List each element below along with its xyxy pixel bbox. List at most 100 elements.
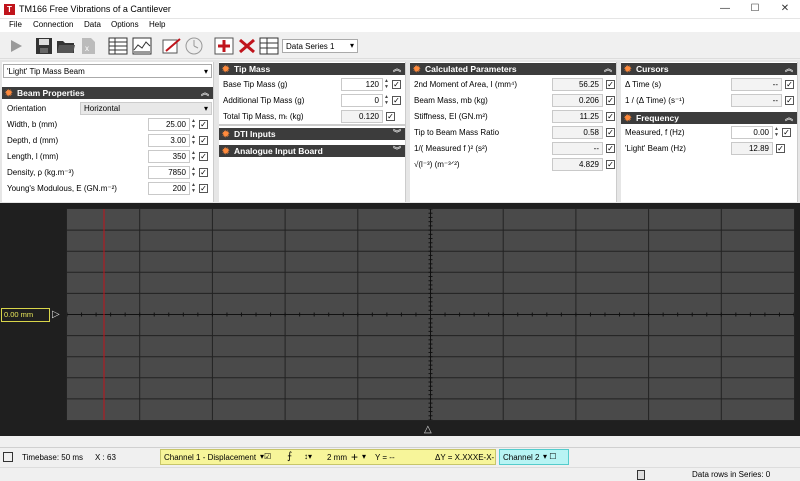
crosshair-icon[interactable]: +	[351, 450, 358, 464]
param-value[interactable]: 200	[148, 182, 190, 195]
play-icon[interactable]	[6, 36, 26, 56]
param-value: 56.25	[552, 78, 603, 91]
plot-checkbox[interactable]: ✓	[606, 112, 615, 121]
save-icon[interactable]	[34, 36, 54, 56]
channel-dropdown-icon[interactable]: ▾☑	[260, 452, 271, 461]
spinner-icon[interactable]: ▲ ▼	[190, 182, 197, 195]
menu-help[interactable]: Help	[149, 20, 165, 29]
chevron-down-icon: ▾	[203, 104, 208, 113]
beam-type-select[interactable]: 'Light' Tip Mass Beam ▾	[3, 64, 212, 78]
minimize-button[interactable]: —	[710, 0, 740, 19]
clock-icon[interactable]	[184, 36, 204, 56]
dti-inputs-header[interactable]: ✹ DTI Inputs ︾	[219, 128, 405, 140]
menu-data[interactable]: Data	[84, 20, 101, 29]
beam-properties-header[interactable]: ✹ Beam Properties ︽	[2, 87, 213, 99]
plot-checkbox[interactable]: ✓	[199, 168, 208, 177]
channel-1-scale[interactable]: 2 mm	[327, 453, 347, 462]
menu-options[interactable]: Options	[111, 20, 139, 29]
oscilloscope-plot[interactable]	[66, 208, 795, 421]
delete-row-icon[interactable]	[237, 36, 257, 56]
divider	[219, 124, 406, 126]
spinner-icon[interactable]: ▲ ▼	[190, 118, 197, 131]
param-value[interactable]: 350	[148, 150, 190, 163]
timebase-icon[interactable]	[3, 452, 13, 462]
chevron-down-icon[interactable]: ▾	[362, 452, 366, 461]
collapse-icon: ︽	[604, 64, 612, 73]
beam-type-value: 'Light' Tip Mass Beam	[7, 67, 85, 76]
expand-icon: ︾	[393, 129, 401, 138]
param-value[interactable]: 25.00	[148, 118, 190, 131]
plot-checkbox[interactable]: ✓	[785, 80, 794, 89]
channel-1-bar[interactable]: Channel 1 - Displacement ▾☑ ⨍ ↕▾ 2 mm + …	[160, 449, 496, 465]
channel-2-label: Channel 2	[503, 453, 540, 462]
window-title: TM166 Free Vibrations of a Cantilever	[19, 4, 171, 14]
export-file-icon[interactable]: x	[78, 36, 98, 56]
open-folder-icon[interactable]	[56, 36, 76, 56]
frequency-header[interactable]: ✹ Frequency ︽	[621, 112, 797, 124]
plot-checkbox[interactable]: ✓	[199, 120, 208, 129]
plot-checkbox[interactable]: ✓	[199, 136, 208, 145]
param-value[interactable]: 3.00	[148, 134, 190, 147]
param-value: 0.58	[552, 126, 603, 139]
chevron-down-icon: ▾	[349, 41, 354, 50]
add-row-icon[interactable]	[214, 36, 234, 56]
plot-checkbox[interactable]: ✓	[606, 160, 615, 169]
plot-checkbox[interactable]: ✓	[785, 96, 794, 105]
spinner-icon[interactable]: ▲ ▼	[383, 94, 390, 107]
param-value[interactable]: 7850	[148, 166, 190, 179]
analogue-input-header[interactable]: ✹ Analogue Input Board ︾	[219, 145, 405, 157]
chart-settings-icon[interactable]	[162, 36, 182, 56]
menu-file[interactable]: File	[9, 20, 22, 29]
bottom-bar: Data rows in Series: 0	[0, 467, 800, 481]
spinner-icon[interactable]: ▲ ▼	[190, 134, 197, 147]
offset-marker-icon[interactable]: ▷	[52, 309, 60, 321]
plot-grid	[66, 208, 795, 421]
maximize-button[interactable]: ☐	[740, 0, 770, 19]
scale-icon[interactable]: ↕▾	[304, 452, 312, 461]
gear-icon: ✹	[222, 129, 230, 139]
plot-checkbox[interactable]: ✓	[606, 144, 615, 153]
graph-view-icon[interactable]	[132, 36, 152, 56]
spinner-icon[interactable]: ▲ ▼	[773, 126, 780, 139]
calculated-header[interactable]: ✹ Calculated Parameters ︽	[410, 63, 616, 75]
table-select-icon[interactable]	[259, 36, 279, 56]
param-value[interactable]: 0	[341, 94, 383, 107]
plot-checkbox[interactable]: ✓	[199, 184, 208, 193]
plot-checkbox[interactable]: ✓	[386, 112, 395, 121]
spinner-icon[interactable]: ▲ ▼	[190, 150, 197, 163]
param-label: Base Tip Mass (g)	[223, 80, 288, 89]
plot-checkbox[interactable]: ✓	[199, 152, 208, 161]
menu-connection[interactable]: Connection	[33, 20, 73, 29]
param-value[interactable]: 120	[341, 78, 383, 91]
trigger-marker-icon[interactable]: △	[424, 424, 432, 435]
param-label: Additional Tip Mass (g)	[223, 96, 305, 105]
plot-checkbox[interactable]: ✓	[606, 80, 615, 89]
param-label: 1/( Measured f )² (s²)	[414, 144, 488, 153]
plot-checkbox[interactable]: ✓	[782, 128, 791, 137]
trigger-edge-icon[interactable]: ⨍	[287, 451, 292, 462]
plot-checkbox[interactable]: ✓	[776, 144, 785, 153]
data-rows-count: Data rows in Series: 0	[692, 470, 771, 479]
table-view-icon[interactable]	[108, 36, 128, 56]
param-value[interactable]: 0.00	[731, 126, 773, 139]
plot-checkbox[interactable]: ✓	[392, 80, 401, 89]
orientation-value: Horizontal	[84, 104, 121, 113]
delta-y-readout: ΔY = X.XXXE-X-	[435, 453, 495, 462]
cursors-header[interactable]: ✹ Cursors ︽	[621, 63, 797, 75]
data-series-select[interactable]: Data Series 1 ▾	[282, 39, 358, 53]
orientation-select[interactable]: Horizontal ▾	[80, 102, 212, 115]
spinner-icon[interactable]: ▲ ▼	[190, 166, 197, 179]
channel-2-dropdown-icon[interactable]: ▾ ☐	[543, 452, 556, 461]
dti-inputs-title: DTI Inputs	[234, 129, 276, 139]
close-button[interactable]: ✕	[770, 0, 800, 19]
svg-text:x: x	[85, 44, 89, 53]
param-value: --	[731, 94, 782, 107]
tip-mass-header[interactable]: ✹ Tip Mass ︽	[219, 63, 405, 75]
timebase-readout[interactable]: Timebase: 50 ms	[22, 453, 83, 462]
channel-2-bar[interactable]: Channel 2 ▾ ☐	[499, 449, 569, 465]
calculator-icon[interactable]	[637, 470, 645, 480]
plot-checkbox[interactable]: ✓	[606, 128, 615, 137]
plot-checkbox[interactable]: ✓	[392, 96, 401, 105]
plot-checkbox[interactable]: ✓	[606, 96, 615, 105]
spinner-icon[interactable]: ▲ ▼	[383, 78, 390, 91]
